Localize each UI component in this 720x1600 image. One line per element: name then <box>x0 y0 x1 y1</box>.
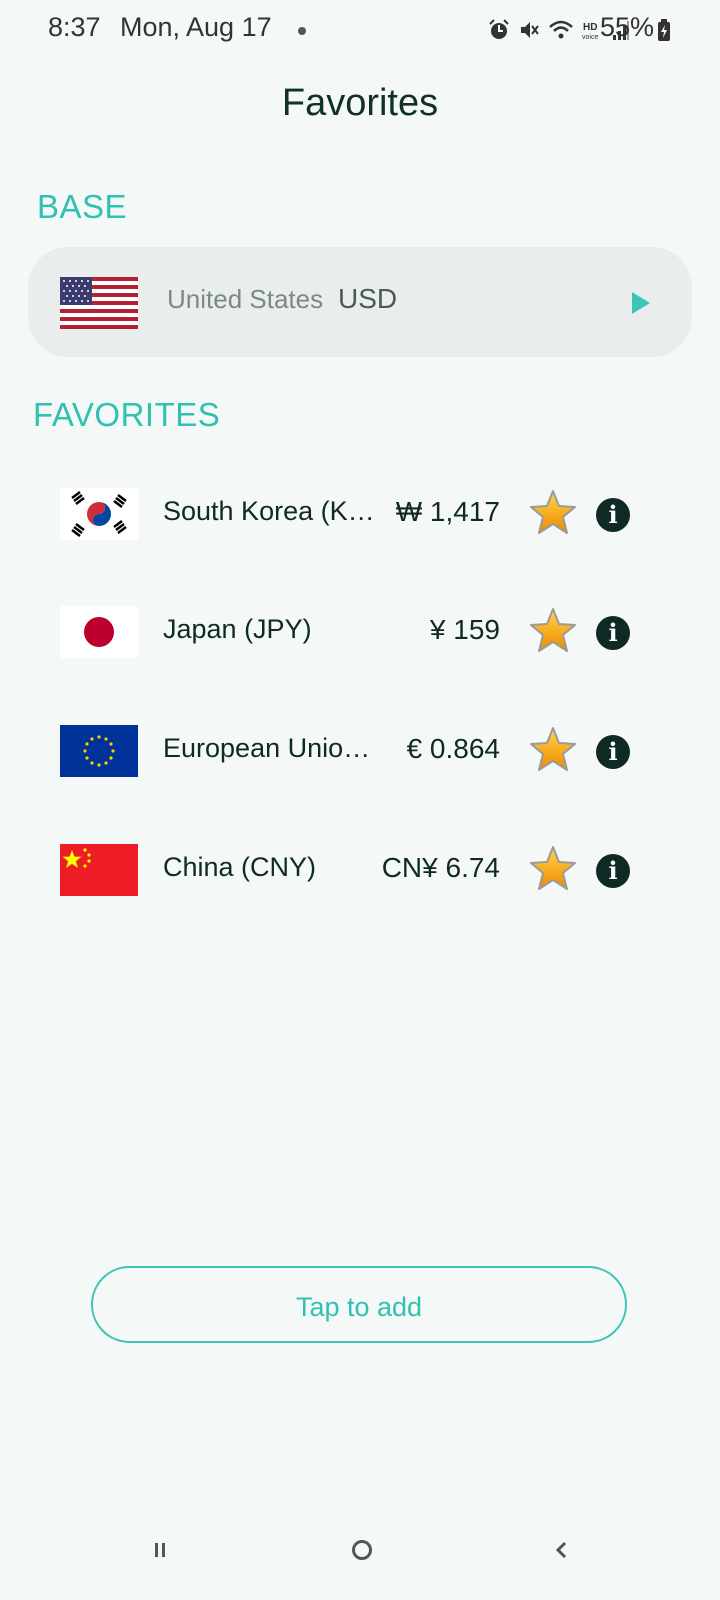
favorites-section-heading: FAVORITES <box>33 396 221 433</box>
wifi-icon <box>549 20 573 39</box>
favorite-currency-rate: ₩ 1,417 <box>395 496 500 527</box>
star-icon[interactable] <box>528 606 578 656</box>
page-title: Favorites <box>281 82 439 124</box>
eu-flag-icon <box>60 725 138 777</box>
favorite-currency-rate: ¥ 159 <box>429 614 500 645</box>
favorite-currency-name: Japan (JPY) <box>163 614 312 644</box>
favorite-currency-name: European Union (EUR) <box>163 733 385 763</box>
back-icon[interactable] <box>554 1541 568 1559</box>
base-country-name: United States <box>167 284 324 314</box>
svg-text:HD: HD <box>583 22 597 33</box>
status-time: 8:37 <box>48 12 101 42</box>
info-icon[interactable]: i <box>596 616 630 650</box>
home-icon[interactable] <box>352 1540 372 1560</box>
star-icon[interactable] <box>528 844 578 894</box>
svg-text:voice: voice <box>582 34 598 41</box>
favorite-currency-name: South Korea (KRW) <box>163 496 375 526</box>
south-korea-flag-icon <box>60 488 138 540</box>
alarm-icon <box>489 19 509 39</box>
mute-icon <box>521 22 539 38</box>
recents-icon[interactable] <box>152 1542 168 1558</box>
favorite-currency-rate: CN¥ 6.74 <box>381 852 500 883</box>
favorite-row[interactable]: Japan (JPY) ¥ 159 i <box>0 602 720 662</box>
star-icon[interactable] <box>528 725 578 775</box>
tap-to-add-button[interactable]: Tap to add <box>91 1266 627 1343</box>
favorite-row[interactable]: China (CNY) CN¥ 6.74 i <box>0 840 720 900</box>
favorite-currency-rate: € 0.864 <box>406 733 500 764</box>
battery-icon <box>658 19 670 41</box>
play-arrow-icon <box>632 292 650 314</box>
battery-percentage: 55% <box>600 12 655 42</box>
favorite-row[interactable]: South Korea (KRW) ₩ 1,417 i <box>0 484 720 544</box>
navigation-bar <box>0 1510 720 1600</box>
star-icon[interactable] <box>528 488 578 538</box>
info-icon[interactable]: i <box>596 498 630 532</box>
favorite-row[interactable]: European Union (EUR) € 0.864 i <box>0 721 720 781</box>
japan-flag-icon <box>60 606 138 658</box>
base-currency-card[interactable]: United States USD <box>28 247 692 357</box>
info-icon[interactable]: i <box>596 735 630 769</box>
status-date: Mon, Aug 17 <box>120 12 272 42</box>
base-currency-code: USD <box>338 283 398 314</box>
base-section-heading: BASE <box>37 188 128 225</box>
favorite-currency-name: China (CNY) <box>163 852 317 882</box>
info-icon[interactable]: i <box>596 854 630 888</box>
notification-dot-icon <box>298 27 306 35</box>
status-bar: 8:37 Mon, Aug 17 HD voice 55% <box>0 0 720 60</box>
us-flag-icon <box>60 277 138 329</box>
china-flag-icon <box>60 844 138 896</box>
